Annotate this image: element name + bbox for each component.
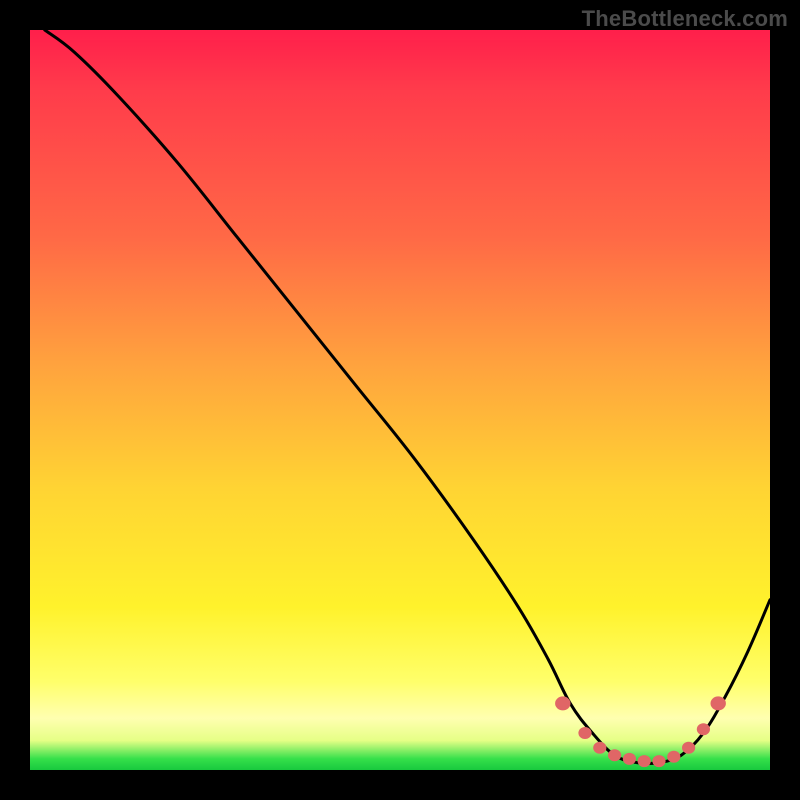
- plot-area: [30, 30, 770, 770]
- chart-frame: TheBottleneck.com: [0, 0, 800, 800]
- marker-dot: [667, 751, 680, 763]
- marker-dot: [593, 742, 606, 754]
- marker-dot: [578, 727, 591, 739]
- bottleneck-curve: [45, 30, 770, 764]
- marker-dot: [638, 755, 651, 767]
- marker-dot: [711, 696, 726, 710]
- watermark-text: TheBottleneck.com: [582, 6, 788, 32]
- marker-dot: [697, 723, 710, 735]
- optimal-range-markers: [555, 696, 726, 767]
- curve-svg: [30, 30, 770, 770]
- marker-dot: [623, 753, 636, 765]
- marker-dot: [555, 696, 570, 710]
- marker-dot: [652, 755, 665, 767]
- marker-dot: [608, 749, 621, 761]
- marker-dot: [682, 742, 695, 754]
